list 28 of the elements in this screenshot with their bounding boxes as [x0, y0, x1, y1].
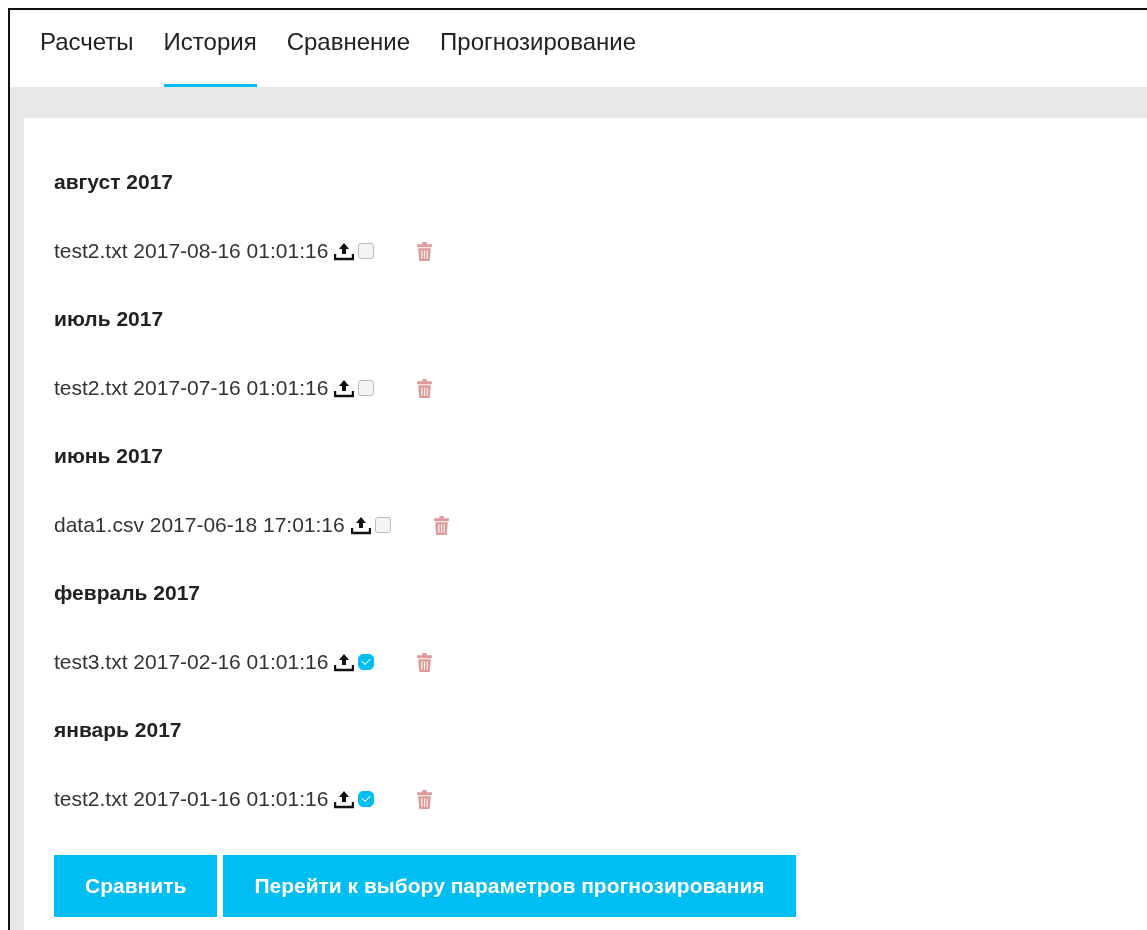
file-entry: test3.txt 2017-02-16 01:01:16 — [54, 650, 329, 674]
trash-icon[interactable] — [416, 651, 434, 673]
checkbox[interactable] — [358, 791, 375, 807]
tab[interactable]: Сравнение — [286, 10, 411, 87]
upload-icon[interactable] — [334, 789, 355, 809]
checkbox[interactable] — [374, 517, 391, 533]
trash-icon[interactable] — [432, 514, 450, 536]
file-entry: test2.txt 2017-07-16 01:01:16 — [54, 376, 329, 400]
month-heading: январь 2017 — [54, 718, 183, 742]
tab[interactable]: Расчеты — [40, 10, 134, 87]
checkbox[interactable] — [358, 380, 375, 396]
trash-icon[interactable] — [416, 240, 434, 262]
upload-icon[interactable] — [334, 378, 355, 398]
file-entry: data1.csv 2017-06-18 17:01:16 — [54, 513, 345, 537]
file-entry: test2.txt 2017-01-16 01:01:16 — [54, 787, 329, 811]
trash-icon[interactable] — [416, 788, 434, 810]
trash-icon[interactable] — [416, 377, 434, 399]
tab[interactable]: Прогнозирование — [440, 10, 637, 87]
month-heading: июнь 2017 — [54, 444, 164, 468]
month-heading: август 2017 — [54, 170, 174, 194]
upload-icon[interactable] — [334, 241, 355, 261]
checkbox[interactable] — [358, 654, 375, 670]
month-heading: июль 2017 — [54, 307, 165, 331]
checkbox[interactable] — [358, 243, 375, 259]
upload-icon[interactable] — [334, 652, 355, 672]
upload-icon[interactable] — [350, 515, 371, 535]
file-entry: test2.txt 2017-08-16 01:01:16 — [54, 239, 329, 263]
month-heading: февраль 2017 — [54, 581, 201, 605]
